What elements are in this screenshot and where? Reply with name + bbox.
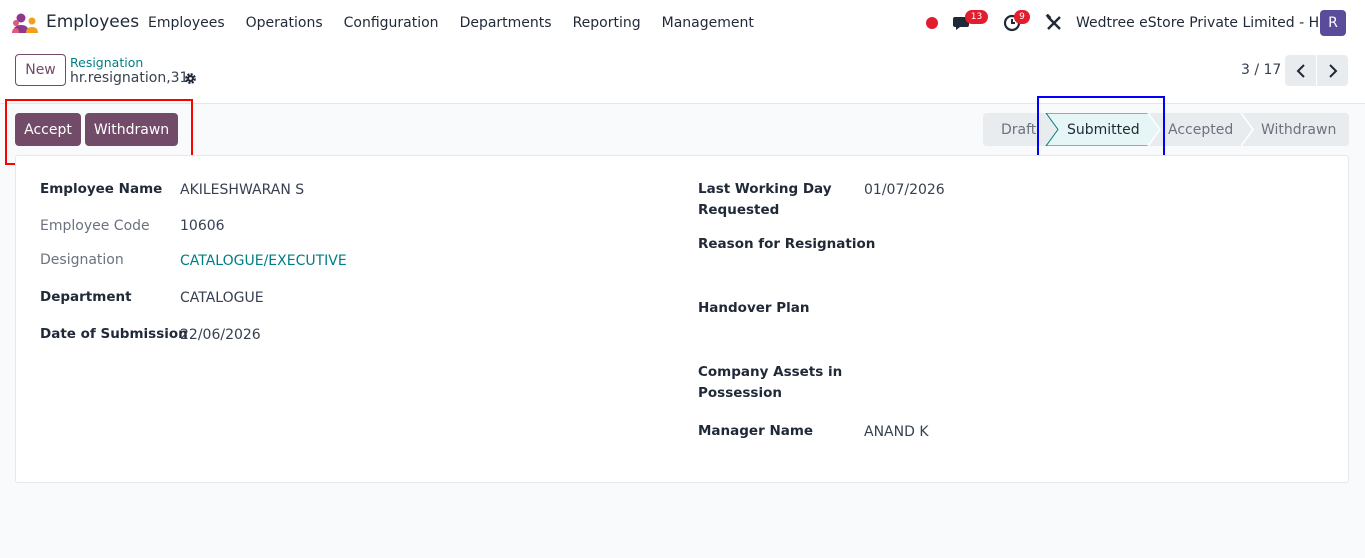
- stage-accepted[interactable]: Accepted: [1168, 113, 1233, 146]
- main-menu: Employees Operations Configuration Depar…: [148, 15, 775, 31]
- menu-reporting[interactable]: Reporting: [573, 15, 641, 31]
- company-switcher[interactable]: Wedtree eStore Private Limited - HO: [1076, 15, 1330, 31]
- department-field[interactable]: CATALOGUE: [180, 290, 264, 306]
- pager-previous-button[interactable]: [1285, 55, 1316, 86]
- company-assets-label: Company Assets in: [698, 364, 843, 380]
- chat-count-badge: 13: [965, 10, 988, 24]
- chevron-left-icon: [1296, 63, 1305, 78]
- highlight-box-blue: [1037, 96, 1165, 161]
- menu-employees[interactable]: Employees: [148, 15, 225, 31]
- reason-for-resignation-label: Reason for Resignation: [698, 236, 876, 252]
- activity-count-badge: 9: [1014, 10, 1030, 24]
- breadcrumb-parent[interactable]: Resignation: [70, 55, 143, 70]
- designation-label: Designation: [40, 252, 124, 268]
- pager-next-button[interactable]: [1317, 55, 1348, 86]
- manager-name-field[interactable]: ANAND K: [864, 424, 929, 440]
- employee-name-label: Employee Name: [40, 181, 163, 197]
- employee-name-field[interactable]: AKILESHWARAN S: [180, 182, 304, 198]
- menu-management[interactable]: Management: [662, 15, 754, 31]
- handover-plan-label: Handover Plan: [698, 300, 810, 316]
- date-of-submission-field[interactable]: 22/06/2026: [180, 327, 261, 343]
- company-assets-label-line2: Possession: [698, 385, 782, 401]
- last-working-day-label: Last Working Day: [698, 181, 832, 197]
- last-working-day-field[interactable]: 01/07/2026: [864, 182, 945, 198]
- menu-departments[interactable]: Departments: [460, 15, 552, 31]
- menu-configuration[interactable]: Configuration: [344, 15, 439, 31]
- department-label: Department: [40, 289, 132, 305]
- user-avatar[interactable]: R: [1320, 10, 1346, 36]
- chevron-right-icon: [1328, 63, 1337, 78]
- recording-indicator-icon[interactable]: [926, 17, 938, 29]
- date-of-submission-label: Date of Submission: [40, 326, 188, 342]
- employee-code-label: Employee Code: [40, 218, 150, 234]
- top-navbar: Employees Employees Operations Configura…: [0, 0, 1365, 46]
- new-button[interactable]: New: [15, 54, 66, 86]
- last-working-day-label-line2: Requested: [698, 202, 780, 218]
- stage-draft[interactable]: Draft: [1001, 113, 1036, 146]
- breadcrumb-record: hr.resignation,31: [70, 70, 189, 86]
- app-title[interactable]: Employees: [46, 12, 139, 32]
- employees-app-icon[interactable]: [12, 12, 38, 34]
- pager-value[interactable]: 3 / 17: [1241, 62, 1281, 78]
- manager-name-label: Manager Name: [698, 423, 814, 439]
- form-sheet: Employee Name AKILESHWARAN S Employee Co…: [15, 155, 1349, 483]
- tools-icon[interactable]: [1045, 14, 1063, 32]
- menu-operations[interactable]: Operations: [246, 15, 323, 31]
- stage-withdrawn[interactable]: Withdrawn: [1261, 113, 1336, 146]
- designation-link[interactable]: CATALOGUE/EXECUTIVE: [180, 253, 347, 269]
- employee-code-field[interactable]: 10606: [180, 218, 225, 234]
- gear-icon[interactable]: [184, 72, 197, 85]
